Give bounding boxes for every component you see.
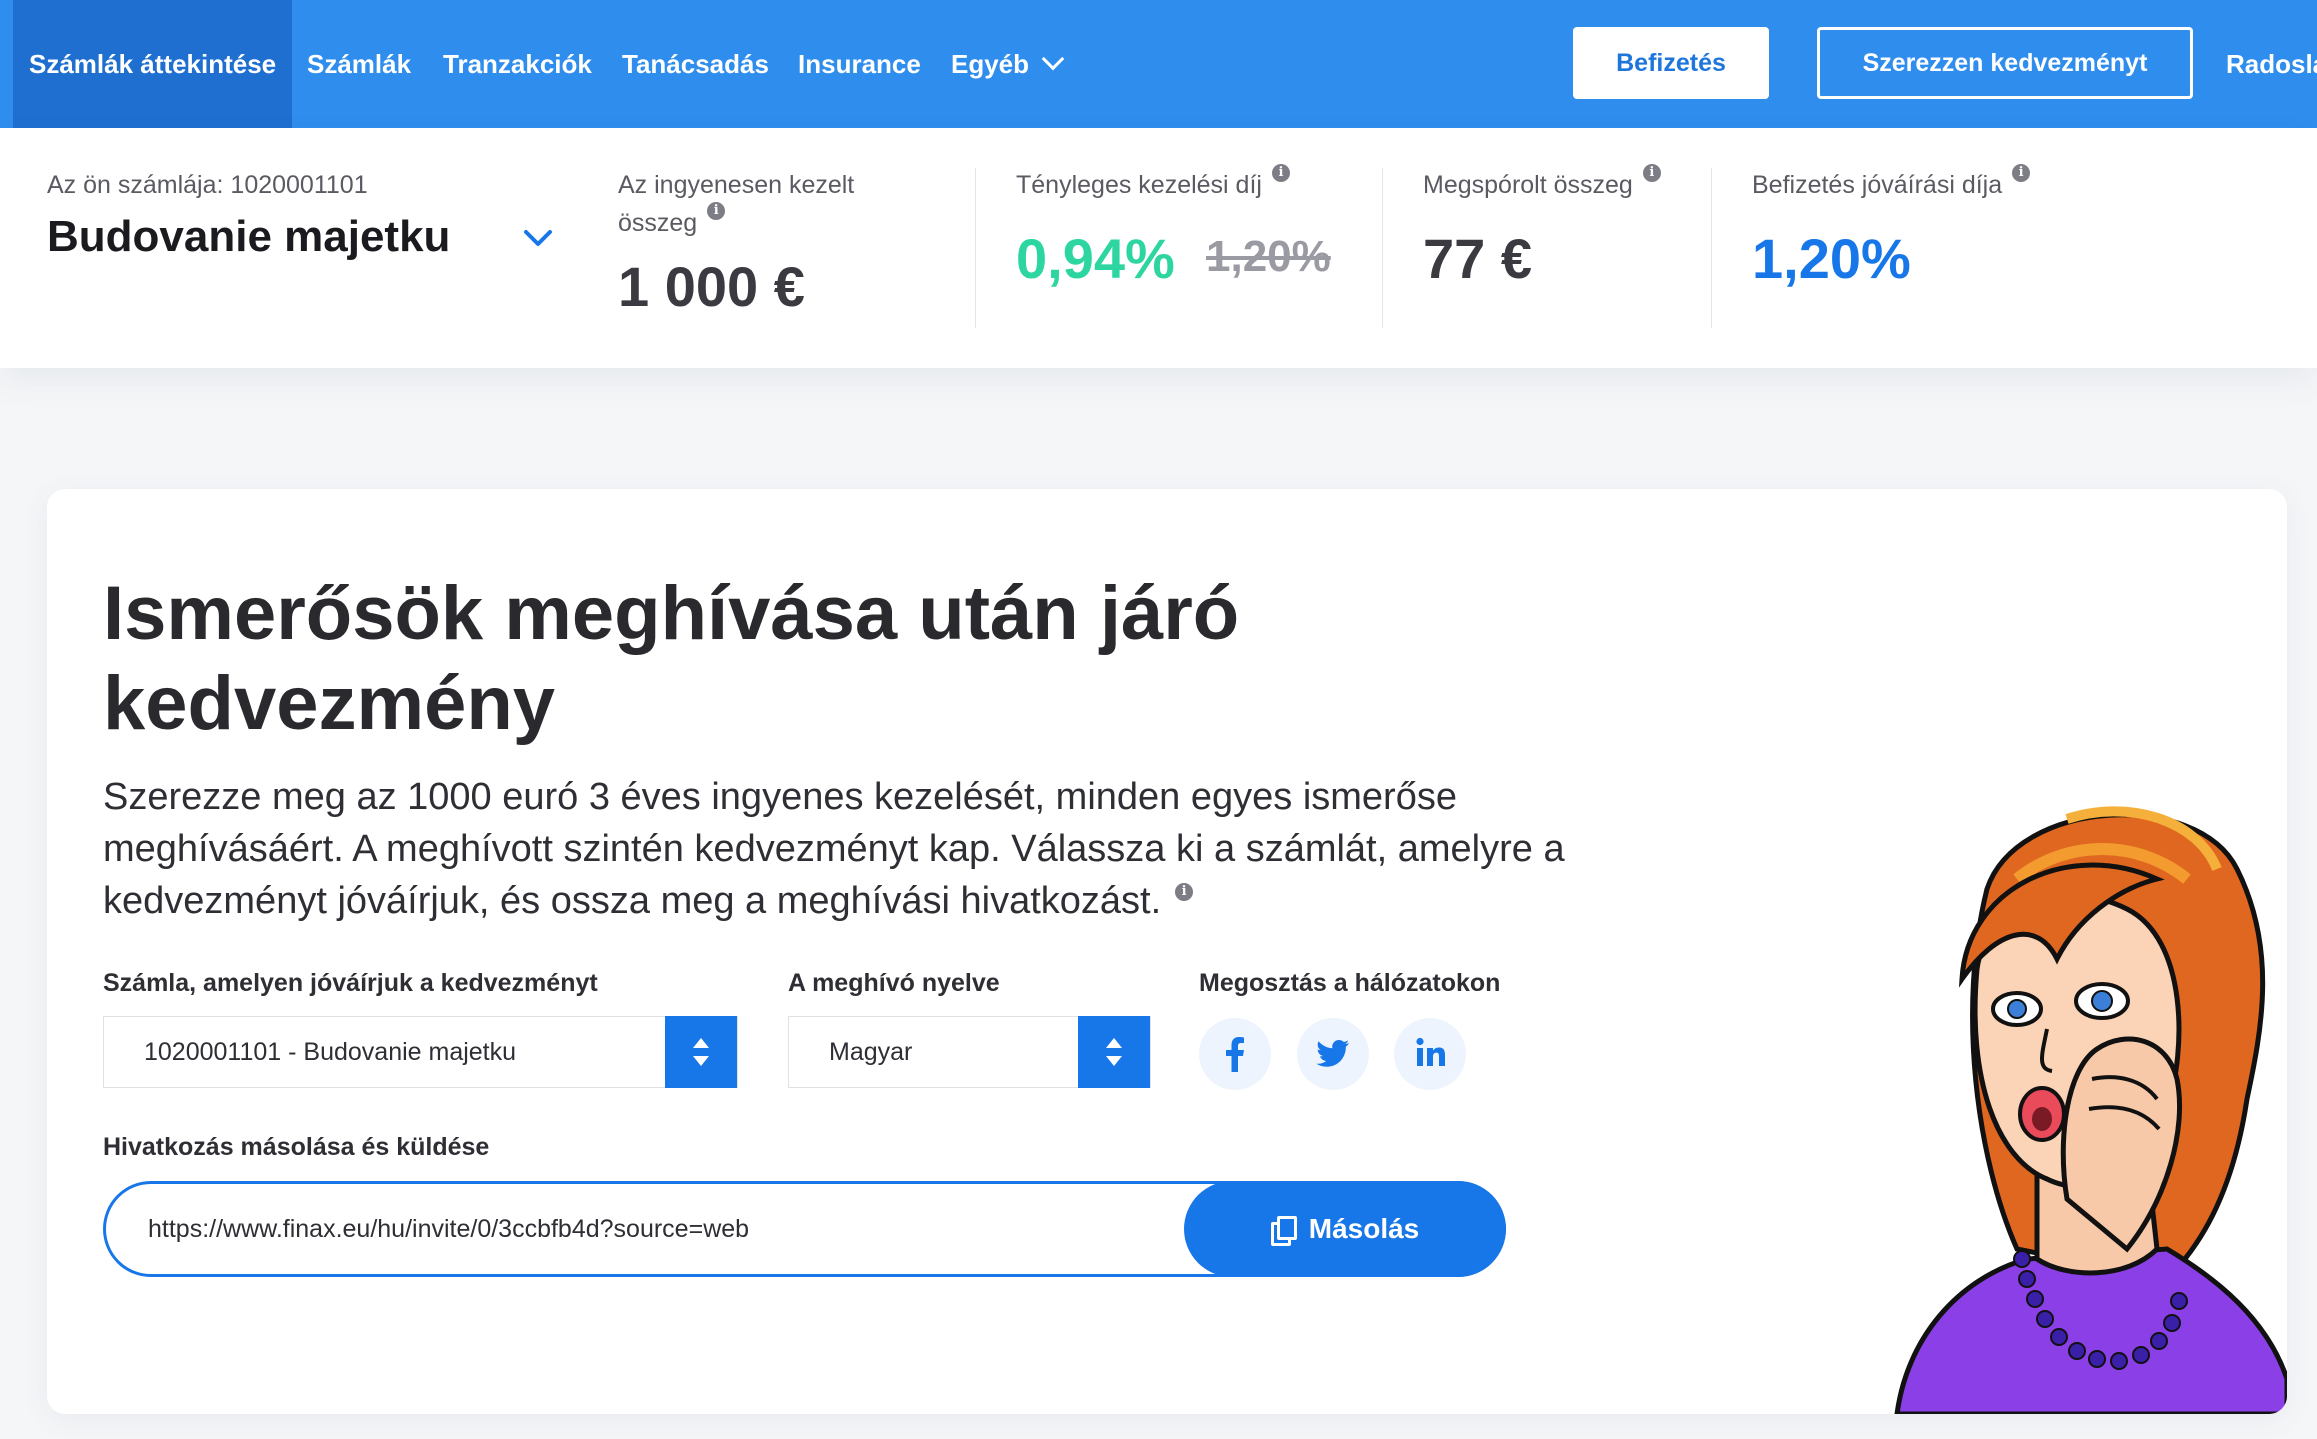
info-icon[interactable]: i (707, 202, 726, 220)
nav-item-advisory[interactable]: Tanácsadás (622, 0, 769, 128)
account-chevron-down-icon[interactable] (522, 228, 554, 250)
language-select-label: A meghívó nyelve (788, 969, 1000, 997)
free-managed-label: Az ingyenesen kezelt összeg i (618, 171, 855, 237)
referral-card: Ismerősök meghívása után járó kedvezmény… (47, 489, 2287, 1414)
stat-divider (1382, 168, 1383, 328)
copy-button[interactable]: Másolás (1184, 1181, 1506, 1277)
nav-item-other-label: Egyéb (951, 49, 1030, 79)
nav-item-transactions[interactable]: Tranzakciók (443, 0, 592, 128)
info-icon[interactable]: i (1175, 883, 1194, 901)
nav-item-accounts-overview[interactable]: Számlák áttekintése (13, 0, 293, 128)
info-icon[interactable]: i (1271, 164, 1290, 182)
saved-amount-label: Megspórolt összeg i (1423, 164, 1661, 204)
nav-item-insurance[interactable]: Insurance (798, 0, 921, 128)
account-name[interactable]: Budovanie majetku (47, 212, 450, 262)
invite-link-text[interactable]: https://www.finax.eu/hu/invite/0/3ccbfb4… (148, 1184, 749, 1274)
nav-item-other[interactable]: Egyéb (951, 0, 1065, 128)
nav-item-accounts[interactable]: Számlák (307, 0, 411, 128)
invite-link-field[interactable]: https://www.finax.eu/hu/invite/0/3ccbfb4… (103, 1181, 1506, 1277)
user-menu[interactable]: Radosla (2226, 0, 2317, 128)
share-label: Megosztás a hálózatokon (1199, 969, 1501, 997)
free-managed-value: 1 000 € (618, 255, 805, 318)
get-discount-button[interactable]: Szerezzen kedvezményt (1817, 27, 2193, 99)
facebook-share-button[interactable] (1199, 1018, 1271, 1090)
language-select-value: Magyar (829, 1037, 913, 1066)
referral-description: Szerezze meg az 1000 euró 3 éves ingyene… (103, 776, 1565, 922)
select-arrows-icon (1078, 1016, 1150, 1088)
facebook-icon (1226, 1037, 1244, 1072)
account-select-label: Számla, amelyen jóváírjuk a kedvezményt (103, 969, 598, 997)
select-arrows-icon (665, 1016, 737, 1088)
link-label: Hivatkozás másolása és küldése (103, 1133, 490, 1161)
saved-amount-value: 77 € (1423, 227, 1532, 290)
account-number-label: Az ön számlája: 1020001101 (47, 171, 368, 199)
stat-divider (1711, 168, 1712, 328)
actual-fee-label: Tényleges kezelési díj i (1016, 164, 1290, 204)
deposit-fee-value: 1,20% (1752, 227, 1911, 290)
actual-fee-value: 0,94% (1016, 227, 1175, 290)
account-select-value: 1020001101 - Budovanie majetku (144, 1037, 517, 1066)
account-summary-bar: Az ön számlája: 1020001101 Budovanie maj… (0, 128, 2317, 368)
twitter-icon (1316, 1040, 1349, 1067)
linkedin-icon (1416, 1037, 1445, 1066)
page-title: Ismerősök meghívása után járó kedvezmény (103, 571, 1240, 746)
info-icon[interactable]: i (1642, 164, 1661, 182)
original-fee-value: 1,20% (1206, 232, 1331, 281)
top-navigation: Számlák áttekintése Számlák Tranzakciók … (0, 0, 2317, 128)
woman-whispering-illustration (1894, 806, 2287, 1414)
copy-button-label: Másolás (1308, 1213, 1420, 1244)
chevron-down-icon (1041, 47, 1065, 71)
linkedin-share-button[interactable] (1394, 1018, 1466, 1090)
deposit-fee-label: Befizetés jóváírási díja i (1752, 164, 2031, 204)
stat-divider (975, 168, 976, 328)
language-select[interactable]: Magyar (788, 1016, 1151, 1088)
copy-icon (1270, 1216, 1297, 1246)
account-select[interactable]: 1020001101 - Budovanie majetku (103, 1016, 738, 1088)
deposit-button[interactable]: Befizetés (1573, 27, 1769, 99)
info-icon[interactable]: i (2012, 164, 2031, 182)
twitter-share-button[interactable] (1297, 1018, 1369, 1090)
